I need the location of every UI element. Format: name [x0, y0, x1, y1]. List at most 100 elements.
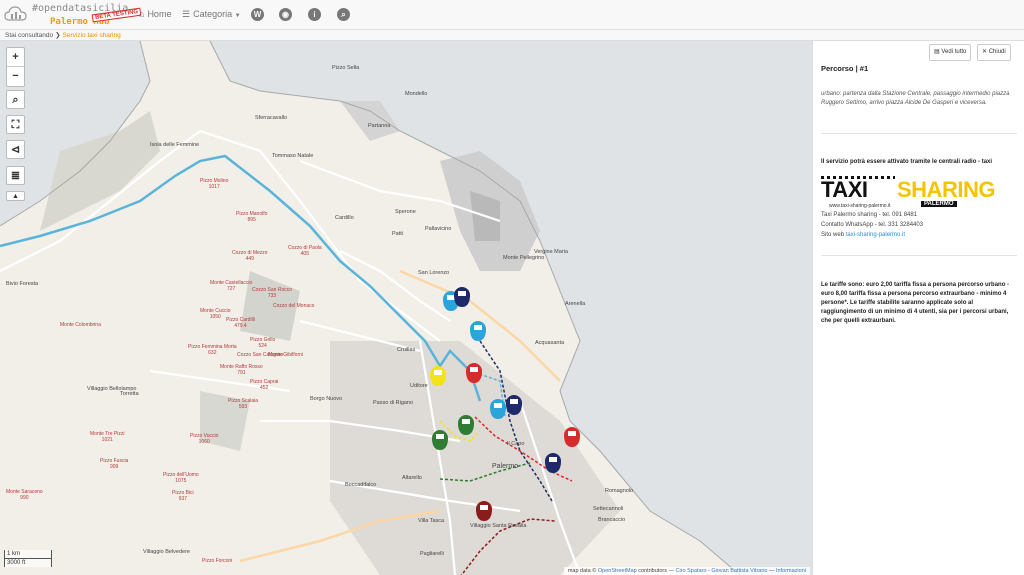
search-icon: ⌕: [12, 94, 19, 106]
place-label: Pizzo Sella: [332, 65, 360, 71]
info-link[interactable]: Informazioni: [776, 568, 806, 574]
place-label: Cardillo: [335, 215, 354, 221]
nav-categoria-dropdown[interactable]: ☰ Categoria ▼: [182, 9, 241, 20]
peak-label: Pizzo dell'Uomo 1075: [163, 472, 199, 484]
place-label: Arenella: [565, 301, 586, 307]
chevron-right-icon: ❯: [55, 32, 61, 39]
place-label: Sferracavallo: [255, 115, 288, 121]
breadcrumb-current[interactable]: Servizio taxi sharing: [63, 32, 121, 39]
peak-label: Pizzo Manolfo 895: [236, 211, 268, 223]
share-button[interactable]: ⊲: [6, 140, 25, 159]
route-title: Percorso | #1: [821, 64, 869, 73]
place-label: Villaggio Belvedere: [143, 549, 190, 555]
peak-label: Pizzo Grillo 524: [250, 337, 276, 349]
place-label: Vergine Maria: [534, 249, 568, 255]
nav-categoria-label: Categoria: [193, 9, 233, 19]
place-label: San Lorenzo: [418, 270, 450, 276]
collapse-button[interactable]: ▲: [6, 191, 25, 201]
place-label: Boccadifalco: [345, 482, 377, 488]
caret-down-icon: ▼: [234, 13, 241, 19]
tariff-info: Le tariffe sono: euro 2,00 tariffa fissa…: [821, 282, 1010, 324]
place-label: Bivio Foresta: [6, 281, 39, 287]
nav-home-label: Home: [147, 9, 172, 19]
place-label: Villa Tasca: [418, 518, 445, 524]
peak-label: Monte Colombrina: [60, 322, 101, 328]
website-link[interactable]: taxi-sharing-palermo.it: [846, 232, 905, 238]
peak-label: Monte Saraceno 990: [6, 489, 43, 501]
map-search-button[interactable]: ⌕: [6, 90, 25, 109]
route-description: urbano: partenza dalla Stazione Centrale…: [821, 91, 1010, 106]
map-canvas[interactable]: Pizzo Sella Isola delle Femmine Sferraca…: [0, 41, 812, 575]
breadcrumb-prefix: Stai consultando: [5, 32, 54, 39]
place-label: Patti: [392, 231, 404, 237]
layers-button[interactable]: ≣: [6, 166, 25, 185]
database-icon: ≣: [10, 170, 21, 182]
peak-label: Pizzo Forconi: [202, 558, 233, 564]
taxi-sharing-logo: TAXI SHARING PALERMO www.taxi-sharing-pa…: [821, 176, 995, 209]
zoom-control: + −: [6, 47, 25, 87]
peak-label: Cozzo del Monaco: [273, 303, 315, 309]
peak-label: Pizzo Fuscia 909: [100, 458, 129, 470]
map-scale: 1 km 3000 ft: [4, 550, 52, 567]
zoom-in-button[interactable]: +: [7, 48, 24, 67]
peak-label: Pizzo Caprai 452: [250, 379, 279, 391]
place-label: Cruillas: [397, 347, 416, 353]
osm-link[interactable]: OpenStreetMap: [598, 568, 637, 574]
place-label: Monte Pellegrino: [503, 255, 545, 261]
peak-label: Monte Raffo Rosso 791: [220, 364, 263, 376]
target-icon[interactable]: ◉: [279, 8, 292, 21]
place-label: Villaggio Santa Rosalia: [470, 523, 527, 529]
place-label: Mondello: [405, 91, 428, 97]
breadcrumb: Stai consultando ❯ Servizio taxi sharing: [0, 30, 1024, 41]
peak-label: Pizzo Vuccio 1060: [190, 433, 219, 445]
place-label: Uditore: [410, 383, 428, 389]
fullscreen-button[interactable]: ⛶: [6, 115, 25, 134]
share-icon: ⊲: [10, 144, 21, 156]
peak-label: Cozzo San Rocco 733: [252, 287, 293, 299]
close-icon: ✕: [982, 49, 988, 55]
phone-line: Taxi Palermo sharing - tel. 091 8481: [821, 212, 918, 218]
place-label: Villaggio Bellolampo: [87, 386, 137, 392]
peak-label: Pizzo Molino 1017: [200, 178, 229, 190]
place-label: Borgo Nuovo: [310, 396, 343, 402]
zoom-out-button[interactable]: −: [7, 67, 24, 86]
place-label: Acquasanta: [535, 340, 565, 346]
place-label: Pallavicino: [425, 226, 452, 232]
place-label: Sperone: [395, 209, 416, 215]
peak-label: Pizzo Cardilli 479.4: [226, 317, 255, 329]
divider: [821, 255, 1017, 256]
list-icon: ▤: [934, 49, 940, 55]
home-icon: ⌂: [139, 9, 145, 19]
place-label: Isola delle Femmine: [150, 142, 200, 148]
brand-logo[interactable]: #opendatasicilia Palermo Hub BETA TESTIN…: [4, 2, 142, 28]
nav-home[interactable]: ⌂ Home: [139, 9, 171, 19]
peak-label: Pizzo Scalaia 593: [228, 398, 259, 410]
peak-label: Pizzo Femmina Morta 632: [188, 344, 237, 356]
place-label: Pagliarelli: [420, 551, 444, 557]
map-tiles: [0, 41, 812, 575]
show-all-button[interactable]: ▤ Vedi tutto: [929, 44, 972, 61]
peak-label: Cozzo di Mezzo 449: [232, 250, 268, 262]
close-button[interactable]: ✕ Chiudi: [977, 44, 1011, 61]
map-attribution: map data © OpenStreetMap contributors — …: [563, 567, 810, 575]
triangle-up-icon: ▲: [12, 193, 19, 200]
peak-label: Cozzo di Paola 405: [288, 245, 322, 257]
author-link[interactable]: Ciro Spataro: [676, 568, 707, 574]
website-line: Sito web taxi-sharing-palermo.it: [821, 232, 906, 238]
place-label: Romagnolo: [605, 488, 634, 494]
top-navbar: #opendatasicilia Palermo Hub BETA TESTIN…: [0, 0, 1024, 30]
activation-note: Il servizio potrà essere attivato tramit…: [821, 159, 993, 165]
info-icon[interactable]: i: [308, 8, 321, 21]
place-label: Partanna: [368, 123, 391, 129]
info-panel: ▤ Vedi tutto ✕ Chiudi Percorso | #1 urba…: [812, 41, 1024, 575]
peak-label: Monte Tre Pizzi 1021: [90, 431, 125, 443]
place-label: Il Capo: [507, 441, 525, 447]
scale-ft: 3000 ft: [4, 558, 52, 567]
search-icon[interactable]: ⌕: [337, 8, 350, 21]
author-link[interactable]: Giovan Battista Vitrano: [711, 568, 767, 574]
place-label: Palermo: [492, 463, 519, 470]
place-label: Passo di Rigano: [373, 400, 414, 406]
fullscreen-icon: ⛶: [11, 119, 20, 131]
place-label: Altarello: [402, 475, 422, 481]
wikipedia-icon[interactable]: W: [251, 8, 264, 21]
